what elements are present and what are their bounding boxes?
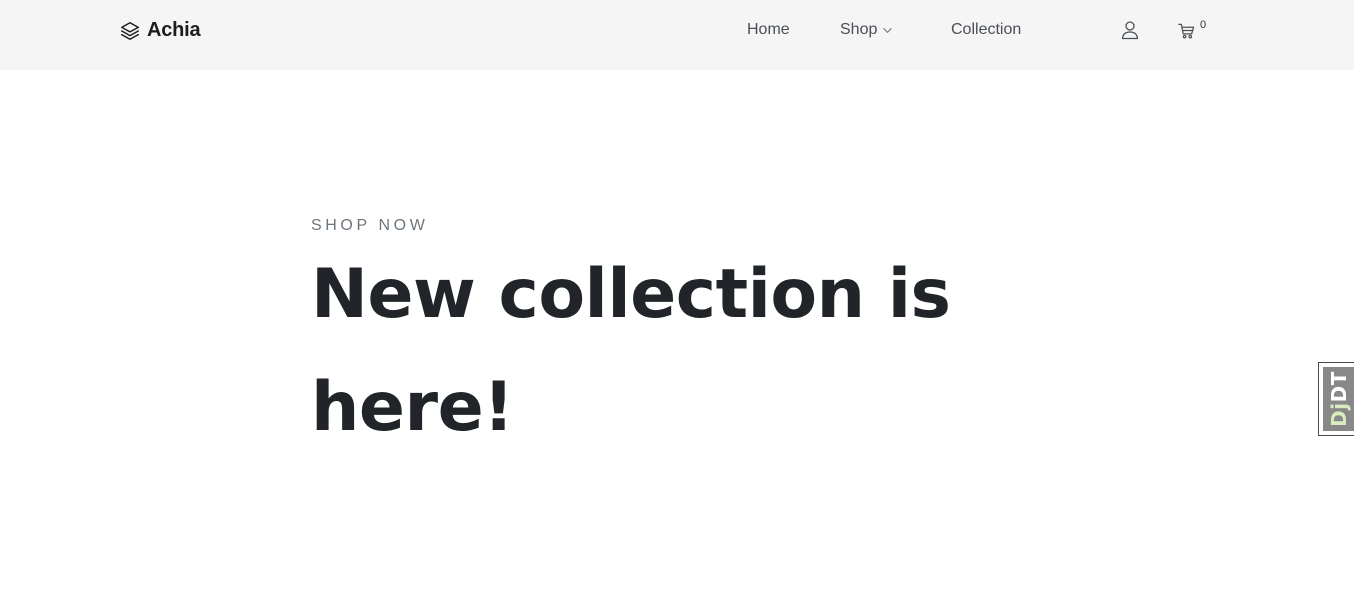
nav-home-label: Home [747,21,790,38]
cart-count-badge: 0 [1200,19,1207,31]
layers-icon [121,21,139,40]
cart-icon [1178,23,1195,39]
debug-toolbar-label-prefix: Dj [1326,402,1351,427]
chevron-down-icon [883,28,893,33]
nav-collection-link[interactable]: Collection [951,21,1021,39]
hero-eyebrow: SHOP NOW [311,217,429,234]
page: Achia Home Shop Collection 0 SHOP NOW Ne… [0,0,1354,615]
nav-shop-label: Shop [840,21,878,38]
navbar: Achia Home Shop Collection 0 [0,0,1354,70]
nav-shop-dropdown[interactable]: Shop [840,21,893,39]
nav-collection-label: Collection [951,21,1022,38]
debug-toolbar-tab: DjDT [1323,367,1354,431]
hero-title: New collection is here! [311,255,951,447]
debug-toolbar-label: DjDT [1327,371,1351,427]
brand-name: Achia [147,19,201,41]
debug-toolbar-label-suffix: DT [1326,371,1351,403]
user-icon [1121,21,1139,40]
cart-button[interactable]: 0 [1178,19,1207,40]
brand-logo-link[interactable]: Achia [119,19,201,42]
debug-toolbar-handle[interactable]: DjDT [1318,362,1354,436]
account-button[interactable] [1121,20,1139,40]
nav-home-link[interactable]: Home [747,21,790,39]
